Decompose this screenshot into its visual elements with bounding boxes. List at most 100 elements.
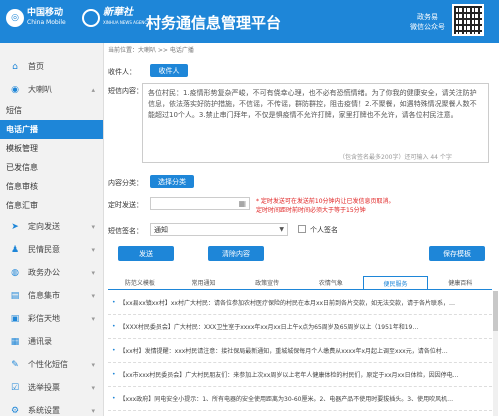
- sidebar-item-custom-sms[interactable]: ✎ 个性化短信 ▾: [0, 353, 103, 376]
- sidebar-sub-review[interactable]: 信息审核: [0, 177, 103, 196]
- main-content: 当前位置：大喇叭 >> 电话广播 收件人： 收件人 短信内容： 各位村民：1.疫…: [104, 43, 499, 416]
- app-title: 村务通信息管理平台: [146, 14, 282, 32]
- char-count: （包含签名最多200字）还可输入 44 个字: [339, 154, 452, 161]
- sms-content-text: 各位村民：1.疫情形势复杂严峻，不可有侥幸心理，也不必有恐慌情绪。为了你我的健康…: [148, 89, 477, 119]
- personal-sign-label: 个人签名: [310, 226, 338, 234]
- vote-icon: ☑: [10, 382, 20, 393]
- schedule-note-line1: * 定时发送可在发送前10分钟内让已发信息页取消。: [256, 198, 395, 205]
- sidebar-item-targeted-send[interactable]: ➤ 定向发送 ▾: [0, 215, 103, 238]
- chevron-down-icon: ▾: [91, 383, 95, 392]
- wechat-label-line2: 微信公众号: [410, 23, 445, 31]
- wechat-label-line1: 政务易: [417, 13, 438, 21]
- sidebar-item-label: 信息集市: [28, 291, 60, 300]
- select-category-button[interactable]: 选择分类: [150, 175, 194, 188]
- list-item[interactable]: • 【xx市xxx村民委员会】广大村民朋友们：来参加上次xx周岁以上老年人健康体检…: [108, 363, 492, 387]
- tab-convenience[interactable]: 便民服务: [362, 276, 429, 289]
- sidebar-item-label: 民情民意: [28, 245, 60, 254]
- sidebar-item-settings[interactable]: ⚙ 系统设置 ▾: [0, 399, 103, 416]
- home-icon: ⌂: [12, 61, 18, 72]
- globe-icon: ◍: [11, 267, 19, 278]
- sidebar-item-label: 定向发送: [28, 222, 60, 231]
- chevron-down-icon: ▾: [91, 360, 95, 369]
- signature-label: 短信签名：: [108, 227, 143, 235]
- sms-content-textarea[interactable]: 各位村民：1.疫情形势复杂严峻，不可有侥幸心理，也不必有恐慌情绪。为了你我的健康…: [142, 83, 489, 163]
- china-mobile-logo: ◎ 中国移动 China Mobile: [6, 8, 66, 28]
- sidebar-sub-summary[interactable]: 信息汇审: [0, 196, 103, 215]
- sidebar-item-home[interactable]: ⌂ 首页: [0, 55, 103, 78]
- tab-common-notice[interactable]: 常用通知: [172, 276, 236, 289]
- save-template-button[interactable]: 保存模板: [429, 246, 485, 261]
- sidebar-item-label: 个性化短信: [28, 360, 68, 369]
- sidebar-item-label: 彩信天地: [28, 314, 60, 323]
- sidebar-item-office[interactable]: ◍ 政务办公 ▾: [0, 261, 103, 284]
- schedule-input[interactable]: ▦: [150, 197, 250, 210]
- xinhua-name: 新華社: [103, 7, 133, 18]
- wechat-label: 政务易 微信公众号: [410, 12, 445, 32]
- tab-policy[interactable]: 政策宣传: [235, 276, 299, 289]
- sidebar-item-public-opinion[interactable]: ♟ 民情民意 ▾: [0, 238, 103, 261]
- xinhua-icon: [82, 9, 100, 27]
- list-item[interactable]: • 【xxx政府】同电安全小提示：1、所有电器的安全使用距离为30-60厘米。2、…: [108, 387, 492, 411]
- contacts-icon: ▦: [10, 336, 20, 347]
- pencil-icon: ✎: [11, 359, 19, 370]
- list-item-text: 【xx市xxx村民委员会】广大村民朋友们：来参加上次xx周岁以上老年人健康体检的…: [119, 372, 459, 379]
- sidebar-item-label: 通讯录: [28, 337, 52, 346]
- sidebar-item-label: 政务办公: [28, 268, 60, 277]
- chevron-down-icon: ▾: [91, 406, 95, 415]
- settings-icon: ⚙: [10, 405, 20, 416]
- sidebar-item-label: 系统设置: [28, 406, 60, 415]
- chevron-up-icon: ▴: [91, 85, 95, 94]
- xinhua-en: XINHUA NEWS AGENCY: [103, 20, 150, 25]
- chevron-down-icon: ▾: [91, 222, 95, 231]
- list-item[interactable]: • 【xx县xx镇xx村】xx村广大村民：请各位参加农村医疗保险的村民在本月xx日…: [108, 291, 492, 315]
- breadcrumb: 当前位置：大喇叭 >> 电话广播: [108, 47, 194, 54]
- china-mobile-en: China Mobile: [27, 19, 66, 26]
- list-item[interactable]: • 【XXX村民委员会】广大村民：XXX卫生室于xxxx年xx月xx日上午x点为6…: [108, 315, 492, 339]
- china-mobile-name: 中国移动: [27, 8, 64, 18]
- bullet-icon: •: [112, 323, 116, 330]
- tv-icon: ▣: [10, 313, 20, 324]
- list-item-text: 【xxx政府】同电安全小提示：1、所有电器的安全使用距离为30-60厘米。2、电…: [119, 396, 454, 403]
- template-list: • 【xx县xx镇xx村】xx村广大村民：请各位参加农村医疗保险的村民在本月xx日…: [108, 291, 492, 411]
- tab-epidemic[interactable]: 防范义模板: [108, 276, 172, 289]
- sidebar-sub-phone-broadcast[interactable]: 电话广播: [0, 120, 103, 139]
- category-label: 内容分类：: [108, 179, 143, 187]
- scroll-thumb[interactable]: [493, 291, 498, 331]
- sidebar-item-vote[interactable]: ☑ 选举投票 ▾: [0, 376, 103, 399]
- sidebar-item-market[interactable]: ▤ 信息集市 ▾: [0, 284, 103, 307]
- speaker-icon: ◉: [11, 84, 19, 95]
- list-item-text: 【xx村】发情提醒：xxx村民请注意：接社保局最新通知，重城城保每月个人缴费从x…: [119, 348, 448, 355]
- tab-farm-weather[interactable]: 农情气象: [299, 276, 363, 289]
- send-button[interactable]: 发送: [118, 246, 174, 261]
- bullet-icon: •: [112, 395, 116, 402]
- list-scrollbar[interactable]: [493, 291, 498, 416]
- sidebar-item-speaker[interactable]: ◉ 大喇叭 ▴: [0, 78, 103, 101]
- sidebar-sub-sms[interactable]: 短信: [0, 101, 103, 120]
- schedule-note-line2: 定时时间距时前时间必须大于等于15分钟: [256, 207, 366, 214]
- chevron-down-icon: ▾: [91, 268, 95, 277]
- send-icon: ➤: [11, 221, 19, 232]
- sidebar-item-label: 选举投票: [28, 383, 60, 392]
- content-label: 短信内容：: [108, 87, 143, 95]
- recipient-label: 收件人：: [108, 68, 136, 76]
- sidebar-sub-templates[interactable]: 模板管理: [0, 139, 103, 158]
- tab-health[interactable]: 健康百科: [428, 276, 492, 289]
- calendar-icon[interactable]: ▦: [238, 199, 246, 208]
- chevron-down-icon: ▾: [91, 291, 95, 300]
- list-item[interactable]: • 【xx村】发情提醒：xxx村民请注意：接社保局最新通知，重城城保每月个人缴费从…: [108, 339, 492, 363]
- xinhua-logo: 新華社 XINHUA NEWS AGENCY: [82, 8, 150, 28]
- clear-content-button[interactable]: 清除内容: [208, 246, 264, 261]
- recipient-button[interactable]: 收件人: [150, 64, 188, 77]
- app-header: ◎ 中国移动 China Mobile 新華社 XINHUA NEWS AGEN…: [0, 0, 499, 43]
- sidebar-item-label: 大喇叭: [28, 85, 52, 94]
- dropdown-arrow-icon: ▼: [279, 226, 284, 233]
- personal-sign-checkbox[interactable]: [298, 225, 306, 233]
- sidebar-item-mms[interactable]: ▣ 彩信天地 ▾: [0, 307, 103, 330]
- bullet-icon: •: [112, 347, 116, 354]
- list-item-text: 【xx县xx镇xx村】xx村广大村民：请各位参加农村医疗保险的村民在本月xx日前…: [119, 300, 456, 307]
- qr-code: [452, 4, 484, 36]
- signature-select[interactable]: 通知 ▼: [150, 223, 288, 236]
- people-icon: ♟: [10, 244, 20, 255]
- sidebar-sub-sent[interactable]: 已发信息: [0, 158, 103, 177]
- sidebar-item-contacts[interactable]: ▦ 通讯录: [0, 330, 103, 353]
